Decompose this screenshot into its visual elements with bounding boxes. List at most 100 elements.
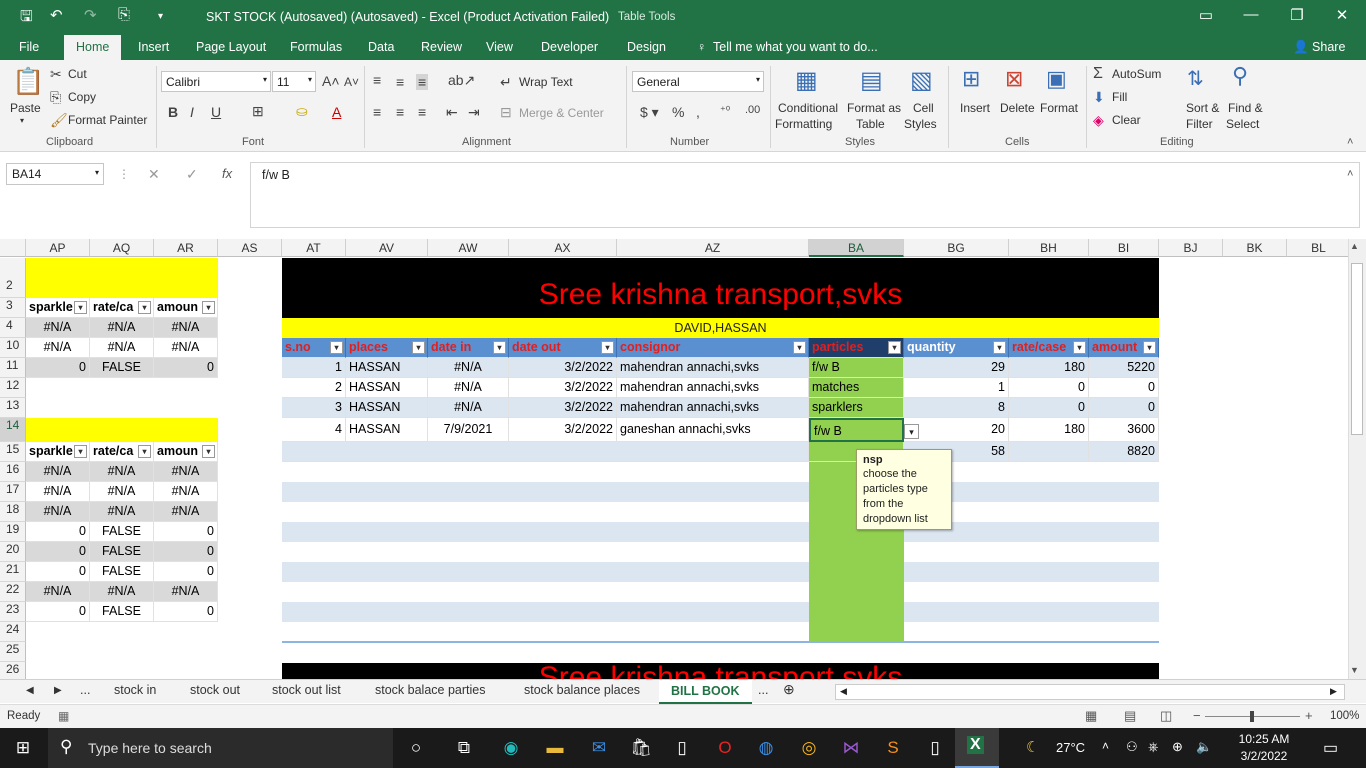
- cell-quantity[interactable]: 8: [904, 398, 1009, 418]
- cell[interactable]: FALSE: [90, 542, 154, 562]
- col-header-BG[interactable]: BG: [904, 239, 1009, 257]
- col-header-AP[interactable]: AP: [26, 239, 90, 257]
- cell[interactable]: 0: [154, 542, 218, 562]
- align-right-icon[interactable]: ≡: [418, 104, 426, 120]
- filter-dropdown-icon[interactable]: ▾: [330, 341, 343, 354]
- clear-icon[interactable]: ◈: [1093, 112, 1104, 129]
- sort-filter-button[interactable]: Sort &: [1186, 101, 1219, 115]
- cell[interactable]: 0: [26, 542, 90, 562]
- cell-places[interactable]: HASSAN: [346, 358, 428, 378]
- row-header[interactable]: 26: [0, 662, 26, 679]
- header-rate[interactable]: rate/case ▾: [1009, 338, 1089, 358]
- cell[interactable]: #N/A: [26, 318, 90, 338]
- cell[interactable]: 0: [26, 602, 90, 622]
- scroll-right-icon[interactable]: ▶: [1330, 686, 1337, 697]
- edge-icon[interactable]: ◉: [497, 736, 525, 760]
- empty-table-rows[interactable]: [282, 462, 1159, 642]
- cell[interactable]: #N/A: [26, 338, 90, 358]
- cell[interactable]: #N/A: [90, 318, 154, 338]
- format-cells-button[interactable]: Format: [1040, 101, 1078, 115]
- format-painter-icon[interactable]: 🖌: [50, 112, 68, 129]
- total-row-cell[interactable]: [282, 442, 809, 462]
- cell-date-out[interactable]: 3/2/2022: [509, 358, 617, 378]
- increase-decimal-icon[interactable]: ⁺⁰: [720, 104, 730, 117]
- cell-consignor[interactable]: mahendran annachi,svks: [617, 378, 809, 398]
- decrease-font-icon[interactable]: A˅: [344, 75, 359, 89]
- format-cells-icon[interactable]: ▣: [1046, 66, 1067, 92]
- language-icon[interactable]: ⊕: [1172, 739, 1183, 755]
- bill-title-repeat[interactable]: Sree krishna transport,svks: [282, 663, 1159, 679]
- underline-icon[interactable]: U: [211, 104, 221, 120]
- filter-dropdown-icon[interactable]: ▾: [1143, 341, 1156, 354]
- cell[interactable]: #N/A: [90, 482, 154, 502]
- align-bottom-icon[interactable]: ≡: [416, 74, 429, 90]
- cell[interactable]: #N/A: [154, 482, 218, 502]
- row-header[interactable]: 2: [0, 258, 26, 298]
- notepad-icon[interactable]: ▯: [921, 736, 949, 760]
- col-header-BH[interactable]: BH: [1009, 239, 1089, 257]
- col-header-BJ[interactable]: BJ: [1159, 239, 1223, 257]
- sheet-tab-stock-balace-parties[interactable]: stock balace parties: [375, 683, 485, 697]
- sheet-tab-more-left[interactable]: ...: [80, 683, 90, 697]
- sheet-tab-stock-balance-places[interactable]: stock balance places: [524, 683, 640, 697]
- cancel-icon[interactable]: ✕: [148, 166, 160, 183]
- tab-design[interactable]: Design: [627, 40, 666, 54]
- align-middle-icon[interactable]: ≡: [396, 74, 404, 90]
- cell-places[interactable]: HASSAN: [346, 378, 428, 398]
- decrease-decimal-icon[interactable]: .00: [745, 104, 760, 116]
- row-header[interactable]: 3: [0, 298, 26, 318]
- find-select-button[interactable]: Find &: [1228, 101, 1263, 115]
- cell-styles-icon[interactable]: ▧: [910, 66, 933, 95]
- col-header-AW[interactable]: AW: [428, 239, 509, 257]
- cell-date-in[interactable]: 7/9/2021: [428, 418, 509, 442]
- tray-chevron-icon[interactable]: ˄: [1102, 739, 1109, 753]
- filter-dropdown-icon[interactable]: ▾: [1073, 341, 1086, 354]
- excel-taskbar-button[interactable]: X: [955, 728, 999, 768]
- merge-icon[interactable]: ⊟: [500, 104, 512, 121]
- cell[interactable]: FALSE: [90, 358, 154, 378]
- orientation-icon[interactable]: ab↗: [448, 72, 475, 89]
- row-header[interactable]: 4: [0, 318, 26, 338]
- sort-filter-icon[interactable]: ⇅: [1187, 66, 1204, 91]
- fill-button[interactable]: Fill: [1112, 90, 1127, 104]
- col-header-AZ[interactable]: AZ: [617, 239, 809, 257]
- cell[interactable]: #N/A: [154, 582, 218, 602]
- cell[interactable]: #N/A: [154, 318, 218, 338]
- col-header-AR[interactable]: AR: [154, 239, 218, 257]
- tab-developer[interactable]: Developer: [541, 40, 598, 54]
- redo-icon[interactable]: ↷: [84, 6, 97, 24]
- cell-rate[interactable]: 0: [1009, 398, 1089, 418]
- macro-record-icon[interactable]: ▦: [58, 709, 69, 723]
- add-sheet-icon[interactable]: ⊕: [783, 681, 795, 698]
- cell-quantity[interactable]: 1: [904, 378, 1009, 398]
- header-places[interactable]: places ▾: [346, 338, 428, 358]
- header-sno[interactable]: s.no ▾: [282, 338, 346, 358]
- cell-rate[interactable]: 180: [1009, 418, 1089, 442]
- bill-title[interactable]: Sree krishna transport,svks: [282, 258, 1159, 318]
- row-header[interactable]: 20: [0, 542, 26, 562]
- taskbar-search-box[interactable]: ⚲ Type here to search: [48, 728, 393, 768]
- cell-date-in[interactable]: #N/A: [428, 398, 509, 418]
- enter-icon[interactable]: ✓: [186, 166, 198, 183]
- filter-dropdown-icon[interactable]: ▾: [793, 341, 806, 354]
- comma-icon[interactable]: ,: [696, 104, 700, 120]
- font-size-select[interactable]: 11 ▾: [272, 71, 316, 92]
- bill-subtitle[interactable]: DAVID,HASSAN: [282, 318, 1159, 338]
- autosum-button[interactable]: AutoSum: [1112, 67, 1161, 81]
- header-amount[interactable]: amount ▾: [1089, 338, 1159, 358]
- row-header[interactable]: 13: [0, 398, 26, 418]
- cell-particles[interactable]: f/w B: [809, 358, 904, 378]
- next-sheet-icon[interactable]: ▶: [54, 685, 62, 696]
- cell-date-out[interactable]: 3/2/2022: [509, 378, 617, 398]
- paste-icon[interactable]: 📋: [12, 66, 44, 97]
- decrease-indent-icon[interactable]: ⇤: [446, 104, 458, 121]
- chrome-icon[interactable]: ◎: [795, 736, 823, 760]
- windows-start-icon[interactable]: ⊞: [9, 736, 37, 760]
- row-header[interactable]: 19: [0, 522, 26, 542]
- table-header-cell[interactable]: sparkle ▾: [26, 442, 90, 462]
- row-header[interactable]: 16: [0, 462, 26, 482]
- vertical-scrollbar[interactable]: ▲ ▼: [1348, 239, 1366, 679]
- row-header[interactable]: 17: [0, 482, 26, 502]
- clock-date[interactable]: 3/2/2022: [1229, 749, 1299, 763]
- close-icon[interactable]: ✕: [1332, 6, 1352, 24]
